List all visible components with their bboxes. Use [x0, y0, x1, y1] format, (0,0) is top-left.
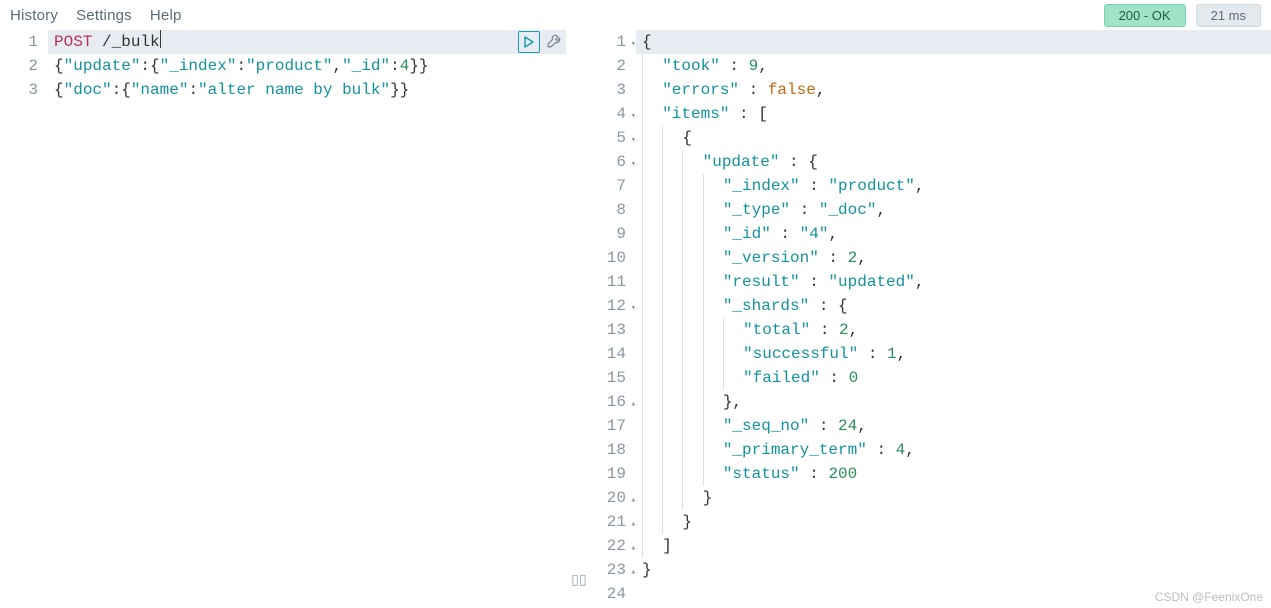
request-editor[interactable]: 123 POST /_bulk{"update":{"_index":"prod…	[0, 30, 570, 608]
timing-badge: 21 ms	[1196, 4, 1261, 27]
response-code: { "took" : 9, "errors" : false, "items" …	[636, 30, 1271, 608]
main-menu: History Settings Help	[10, 7, 182, 24]
splitter-handle-icon: ▯▯	[571, 571, 586, 588]
response-editor[interactable]: 1▾234▾5▾6▾789101112▾13141516▴17181920▴21…	[588, 30, 1271, 608]
play-icon	[524, 36, 534, 48]
watermark: CSDN @FeenixOne	[1155, 590, 1263, 604]
menu-settings[interactable]: Settings	[76, 7, 132, 24]
workspace: 123 POST /_bulk{"update":{"_index":"prod…	[0, 30, 1271, 608]
run-button[interactable]	[518, 31, 540, 53]
status-badge: 200 - OK	[1104, 4, 1186, 27]
pane-splitter[interactable]: ▯▯	[570, 30, 588, 608]
response-pane: 1▾234▾5▾6▾789101112▾13141516▴17181920▴21…	[588, 30, 1271, 608]
menu-history[interactable]: History	[10, 7, 58, 24]
request-actions	[512, 30, 570, 54]
menu-help[interactable]: Help	[150, 7, 182, 24]
wrench-icon[interactable]	[546, 31, 564, 54]
request-pane: 123 POST /_bulk{"update":{"_index":"prod…	[0, 30, 570, 608]
request-gutter: 123	[0, 30, 48, 608]
status-group: 200 - OK 21 ms	[1104, 4, 1261, 27]
request-code[interactable]: POST /_bulk{"update":{"_index":"product"…	[48, 30, 570, 608]
response-gutter: 1▾234▾5▾6▾789101112▾13141516▴17181920▴21…	[588, 30, 636, 608]
top-bar: History Settings Help 200 - OK 21 ms	[0, 0, 1271, 30]
